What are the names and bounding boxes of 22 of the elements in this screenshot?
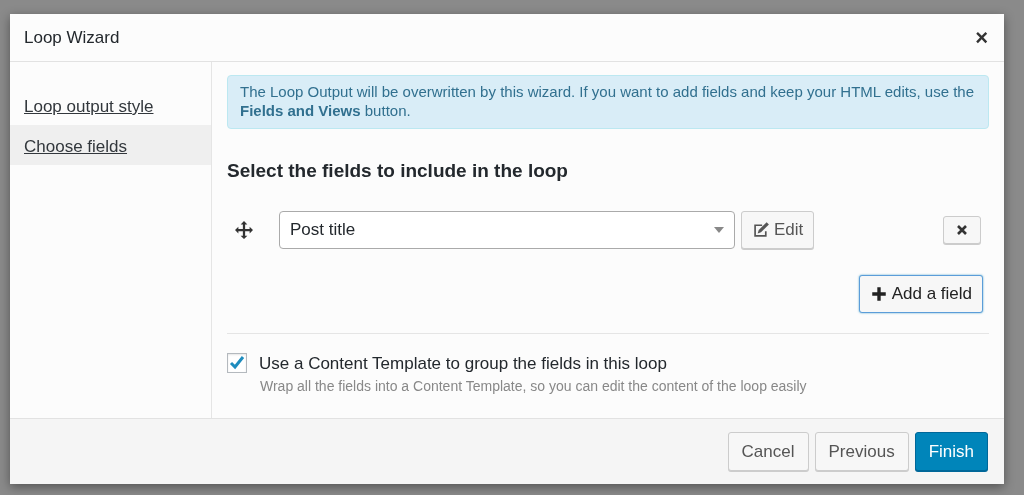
dialog-button[interactable]: Cancel [727, 431, 809, 472]
close-button[interactable]: × [973, 26, 990, 49]
remove-button[interactable] [943, 216, 981, 244]
edit-button[interactable]: Edit [741, 211, 815, 249]
add-field-button[interactable]: Add a field [858, 275, 983, 313]
dialog-title: Loop Wizard [24, 26, 120, 49]
wizard-step[interactable]: Choose fields [10, 125, 211, 165]
edit-icon [752, 221, 770, 239]
close-icon [956, 224, 968, 236]
section-heading: Select the fields to include in the loop [227, 158, 569, 183]
dialog-button[interactable]: Previous [814, 431, 909, 472]
checkbox-label: Use a Content Template to group the fields in this loop [259, 352, 667, 375]
dialog-button[interactable]: Finish [914, 431, 988, 472]
caret-icon [714, 227, 724, 233]
help-text: Wrap all the fields into a Content Template, so you can edit the content of the loop easily [260, 377, 808, 396]
plus-icon [869, 284, 888, 303]
notice-message: The Loop Output will be overwritten by this wizard. If you want to add fields and keep your HTML edits, use the Fields and Views button. [227, 75, 989, 129]
move-icon[interactable] [235, 221, 253, 239]
checkmark-icon [229, 355, 245, 372]
wizard-step[interactable]: Loop output style [10, 85, 211, 125]
field-dropdown[interactable]: Post title [279, 211, 735, 249]
checkbox[interactable] [227, 353, 247, 374]
